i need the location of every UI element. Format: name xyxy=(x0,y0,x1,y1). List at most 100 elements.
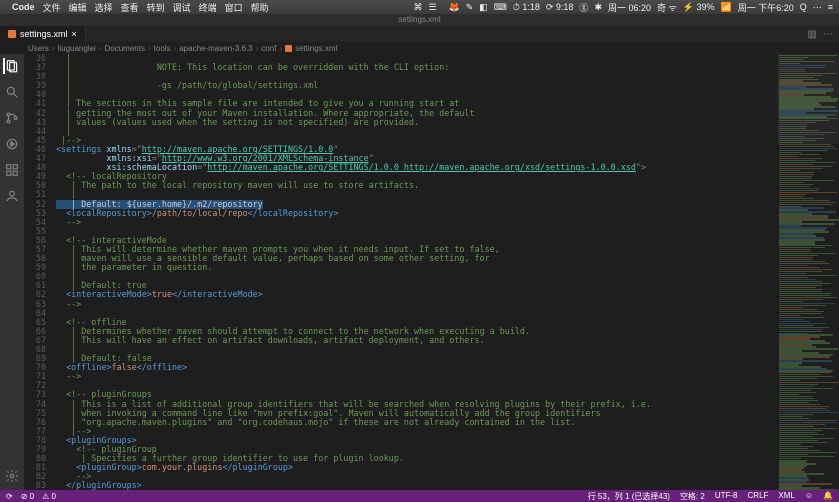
tab-label: settings.xml xyxy=(20,29,68,39)
breadcrumb-sep: › xyxy=(99,44,102,53)
code-line[interactable]: | This will have an effect on artifact d… xyxy=(56,336,777,345)
status-eol[interactable]: CRLF xyxy=(748,491,769,502)
code-line[interactable]: --> xyxy=(56,218,777,227)
menubar-status-9[interactable]: ⓖ xyxy=(579,1,588,14)
status-encoding[interactable]: UTF-8 xyxy=(715,491,738,502)
menu-help[interactable]: 帮助 xyxy=(251,1,269,14)
editor[interactable]: 3637383940414243444546474849505152535455… xyxy=(24,54,839,490)
menu-view[interactable]: 查看 xyxy=(121,1,139,14)
menubar-status-7[interactable]: ⏱ 1:18 xyxy=(513,2,540,13)
menubar-status-5[interactable]: ◧ xyxy=(479,2,488,13)
tab-settings-xml[interactable]: settings.xml × xyxy=(0,26,86,42)
explorer-icon[interactable] xyxy=(3,58,19,74)
breadcrumb-sep: › xyxy=(256,44,259,53)
status-warnings[interactable]: ⚠ 0 xyxy=(42,492,56,501)
breadcrumb-sep: › xyxy=(174,44,177,53)
breadcrumb-seg-6[interactable]: settings.xml xyxy=(295,44,337,53)
code-line[interactable]: | The path to the local repository maven… xyxy=(56,181,777,190)
code-line[interactable]: <localRepository>/path/to/local/repo</lo… xyxy=(56,209,777,218)
status-feedback-icon[interactable]: ☺ xyxy=(805,491,813,502)
account-icon[interactable] xyxy=(4,188,20,204)
code-line[interactable]: --> xyxy=(56,300,777,309)
breadcrumb-seg-3[interactable]: tools xyxy=(154,44,171,53)
mac-status-right: ⌘ ☰ 🦊 ✎ ◧ ⌨ ⏱ 1:18 ⟳ 9:18 ⓖ ✱ 周一 06:20 奇 ᯤ ⚡ 39% 📶 周一 … xyxy=(413,1,833,14)
breadcrumb[interactable]: Users›liuguanglei›Documents›tools›apache… xyxy=(0,42,839,54)
breadcrumb-seg-2[interactable]: Documents xyxy=(105,44,145,53)
window-title: settings.xml xyxy=(398,15,440,24)
minimap[interactable] xyxy=(777,54,839,490)
status-sync-icon[interactable]: ⟳ xyxy=(6,492,13,501)
menubar-status-0[interactable]: ⌘ xyxy=(413,2,422,13)
code-line[interactable]: | xyxy=(56,127,777,136)
window-titlebar: settings.xml xyxy=(0,14,839,26)
code-line[interactable]: | xyxy=(56,272,777,281)
app-name[interactable]: Code xyxy=(12,2,35,12)
menubar-status-10[interactable]: ✱ xyxy=(594,2,602,13)
menubar-status-8[interactable]: ⟳ 9:18 xyxy=(546,2,574,13)
code-line[interactable]: <pluginGroups> xyxy=(56,436,777,445)
source-control-icon[interactable] xyxy=(4,110,20,126)
code-line[interactable]: --> xyxy=(56,472,777,481)
breadcrumb-seg-0[interactable]: Users xyxy=(28,44,49,53)
code-line[interactable]: | xyxy=(56,345,777,354)
status-cursor-pos[interactable]: 行 53，列 1 (已选择43) xyxy=(588,491,670,502)
menubar-status-17[interactable]: ⋯ xyxy=(813,2,822,13)
breadcrumb-seg-5[interactable]: conf xyxy=(261,44,276,53)
xml-file-icon xyxy=(8,30,16,38)
status-language[interactable]: XML xyxy=(778,491,794,502)
menu-window[interactable]: 窗口 xyxy=(225,1,243,14)
menu-select[interactable]: 选择 xyxy=(95,1,113,14)
code-line[interactable]: | -gs /path/to/global/settings.xml xyxy=(56,81,777,90)
code-area[interactable]: | | NOTE: This location can be overridde… xyxy=(52,54,777,490)
code-line[interactable]: | the parameter in question. xyxy=(56,263,777,272)
extensions-icon[interactable] xyxy=(4,162,20,178)
code-line[interactable]: --> xyxy=(56,372,777,381)
code-line[interactable]: | NOTE: This location can be overridden … xyxy=(56,63,777,72)
menubar-status-12[interactable]: 奇 ᯤ xyxy=(657,1,677,14)
menubar-status-18[interactable]: ≡ xyxy=(828,2,833,12)
code-line[interactable]: <interactiveMode>true</interactiveMode> xyxy=(56,290,777,299)
menu-edit[interactable]: 编辑 xyxy=(69,1,87,14)
menubar-status-16[interactable]: Q xyxy=(800,2,807,12)
code-line[interactable]: <pluginGroup>com.your.plugins</pluginGro… xyxy=(56,463,777,472)
code-line[interactable]: <offline>false</offline> xyxy=(56,363,777,372)
status-indent[interactable]: 空格: 2 xyxy=(680,491,705,502)
status-bell-icon[interactable]: 🔔 xyxy=(823,491,833,502)
code-line[interactable]: | "org.apache.maven.plugins" and "org.co… xyxy=(56,418,777,427)
breadcrumb-sep: › xyxy=(52,44,55,53)
breadcrumb-seg-1[interactable]: liuguanglei xyxy=(58,44,96,53)
menu-file[interactable]: 文件 xyxy=(43,1,61,14)
menu-goto[interactable]: 转到 xyxy=(147,1,165,14)
tab-more-icon[interactable]: ⋯ xyxy=(823,29,833,40)
menu-terminal[interactable]: 终端 xyxy=(199,1,217,14)
menubar-status-14[interactable]: 📶 xyxy=(720,2,731,13)
tab-close-icon[interactable]: × xyxy=(72,29,77,39)
status-errors[interactable]: ⊘ 0 xyxy=(21,492,34,501)
menubar-status-1[interactable]: ☰ xyxy=(428,2,436,13)
menubar-status-6[interactable]: ⌨ xyxy=(494,2,507,13)
code-line[interactable]: |--> xyxy=(56,427,777,436)
editor-tabs: settings.xml × ▥ ⋯ xyxy=(0,26,839,42)
code-line[interactable]: | values (values used when the setting i… xyxy=(56,118,777,127)
code-line[interactable] xyxy=(56,309,777,318)
breadcrumb-sep: › xyxy=(279,44,282,53)
activity-bar xyxy=(0,54,24,490)
mac-menubar: Code 文件 编辑 选择 查看 转到 调试 终端 窗口 帮助 ⌘ ☰ 🦊 ✎ ◧ ⌨ ⏱ … xyxy=(0,0,839,14)
menubar-status-4[interactable]: ✎ xyxy=(466,2,474,13)
split-editor-icon[interactable]: ▥ xyxy=(808,29,817,40)
menubar-status-11[interactable]: 周一 06:20 xyxy=(608,1,651,14)
minimap-slider[interactable] xyxy=(777,54,839,144)
breadcrumb-seg-4[interactable]: apache-maven-3.6.3 xyxy=(179,44,252,53)
debug-icon[interactable] xyxy=(4,136,20,152)
menubar-status-13[interactable]: ⚡ 39% xyxy=(683,2,715,13)
gear-icon[interactable] xyxy=(4,468,20,484)
code-line[interactable] xyxy=(56,381,777,390)
menubar-status-3[interactable]: 🦊 xyxy=(449,2,460,13)
line-number: 83 xyxy=(24,481,46,490)
code-line[interactable]: </pluginGroups> xyxy=(56,481,777,490)
line-gutter: 3637383940414243444546474849505152535455… xyxy=(24,54,52,490)
menubar-status-15[interactable]: 周一 下午6:20 xyxy=(738,1,794,14)
search-icon[interactable] xyxy=(4,84,20,100)
status-bar: ⟳ ⊘ 0 ⚠ 0 行 53，列 1 (已选择43) 空格: 2 UTF-8 C… xyxy=(0,490,839,502)
menu-debug[interactable]: 调试 xyxy=(173,1,191,14)
